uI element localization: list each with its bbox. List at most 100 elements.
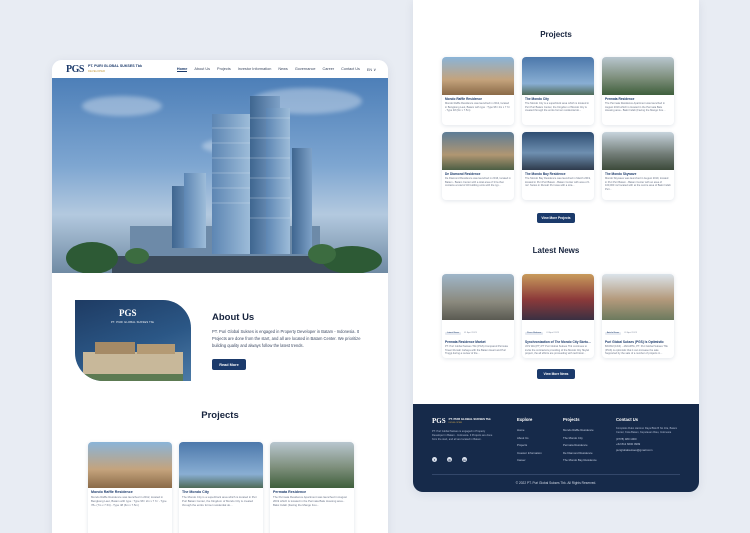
news-date: 01 April 2023 [546, 332, 560, 334]
news-date: 01 April 2023 [464, 332, 477, 334]
about-image: PGS PT. PURI GLOBAL SUKSES Tbk [75, 300, 191, 381]
footer-link-about[interactable]: About Us [517, 435, 542, 443]
instagram-icon[interactable]: ◎ [447, 457, 452, 462]
building-illustration [66, 96, 382, 273]
projects-news-preview: Projects Mondo Raffle Residence Mondo Ra… [413, 0, 699, 492]
news-desc: PT. Puri Global Sukses Tbk (PGS) Compare… [445, 345, 508, 356]
news-title: Puri Global Sukses (PGS) Is Optimistic [605, 340, 664, 344]
project-desc: Mondo Skywave was launched in August 201… [605, 177, 671, 191]
project-desc: Mondo Raffle Residence was launched in 2… [91, 495, 167, 507]
news-image [602, 274, 674, 320]
project-card[interactable]: Permata Residence The Permata Residence … [270, 442, 354, 533]
project-image [442, 132, 514, 170]
footer-explore-title: Explore [517, 417, 533, 422]
news-date: 01 April 2023 [624, 332, 637, 334]
footer-logo-sub: DEVELOPER [448, 421, 462, 424]
footer-contact: Contact Us Kompleks Ruko Hartono Raya Bl… [616, 417, 682, 453]
read-more-button[interactable]: Read More [212, 359, 246, 370]
news-image [522, 274, 594, 320]
latest-news-title: Latest News [532, 246, 580, 255]
language-selector[interactable]: EN ∨ [367, 67, 376, 72]
footer-brand: PGS PT. PURI GLOBAL SUKSES Tbk DEVELOPER… [432, 417, 496, 441]
project-card[interactable]: Permata Residence The Permata Residence … [602, 57, 674, 125]
footer-explore: Explore Home About Us Projects Investor … [517, 417, 542, 465]
footer-email[interactable]: puriglobalsukses@gmail.com [616, 448, 682, 454]
footer-logo-name: PT. PURI GLOBAL SUKSES Tbk [448, 417, 491, 421]
hero-image [52, 78, 388, 273]
footer-logo-mark: PGS [432, 417, 446, 425]
project-image [179, 442, 263, 488]
nav-news[interactable]: News [278, 67, 288, 71]
project-desc: De Diamond Residence was launched in 201… [445, 177, 511, 188]
footer-contact-title: Contact Us [616, 417, 639, 422]
project-image [270, 442, 354, 488]
view-more-news-button[interactable]: View More News [537, 369, 575, 379]
projects-list: Mondo Raffle Residence Mondo Raffle Resi… [88, 442, 354, 533]
footer-link-home[interactable]: Home [517, 427, 542, 435]
project-image [602, 57, 674, 95]
footer-description: PT. Puri Global Sukses is engaged in Pro… [432, 430, 493, 441]
project-desc: The Permata Residence Apartment was laun… [605, 102, 666, 113]
footer-link-investor[interactable]: Investor Information [517, 450, 542, 458]
project-image [602, 132, 674, 170]
footer-project-link[interactable]: De Diamond Residence [563, 450, 597, 458]
project-card[interactable]: Mondo Raffle Residence Mondo Raffle Resi… [442, 57, 514, 125]
social-links: f ◎ in [432, 457, 467, 462]
news-desc: JOS WA (PT) PT Puri Global Sukses Tbk co… [525, 345, 590, 356]
footer-address: Kompleks Ruko Hartono Raya Blok B No 10a… [616, 427, 678, 434]
projects-grid: Mondo Raffle Residence Mondo Raffle Resi… [442, 57, 674, 200]
news-card[interactable]: Latest News 01 April 2023 Permata Residen… [442, 274, 514, 358]
footer-divider [432, 474, 680, 475]
news-card[interactable]: Press Release 01 April 2023 Synchronizati… [522, 274, 594, 358]
project-desc: The Mondo City is a superblock area whic… [182, 495, 257, 507]
footer-project-link[interactable]: Permata Residence [563, 442, 597, 450]
linkedin-icon[interactable]: in [462, 457, 467, 462]
news-tag: Article News [605, 331, 622, 335]
project-desc: The Mondo City is a superblock area whic… [525, 102, 590, 113]
news-list: Latest News 01 April 2023 Permata Residen… [442, 274, 674, 358]
projects-title: Projects [540, 30, 572, 39]
copyright-text: © 2022 PT. Puri Global Sukses Tbk. All R… [515, 481, 597, 485]
logo-sub: DEVELOPER [87, 68, 106, 73]
project-card[interactable]: De Diamond Residence De Diamond Residenc… [442, 132, 514, 200]
nav-career[interactable]: Career [323, 67, 335, 71]
view-more-projects-button[interactable]: View More Projects [537, 213, 575, 223]
footer-logo[interactable]: PGS PT. PURI GLOBAL SUKSES Tbk DEVELOPER [432, 417, 496, 425]
about-section: PGS PT. PURI GLOBAL SUKSES Tbk About Us … [52, 273, 388, 423]
nav-contact-us[interactable]: Contact Us [341, 67, 360, 71]
facebook-icon[interactable]: f [432, 457, 437, 462]
news-tag: Latest News [445, 331, 462, 335]
project-card[interactable]: Mondo Raffle Residence Mondo Raffle Resi… [88, 442, 172, 533]
news-title: Synchronization of The Mondo City Sketu.… [525, 340, 591, 344]
footer-project-link[interactable]: The Mondo Bay Residence [563, 457, 597, 465]
company-logo[interactable]: PGS PT. PURI GLOBAL SUKSES Tbk DEVELOPER [66, 64, 142, 75]
project-card[interactable]: The Mondo City The Mondo City is a super… [179, 442, 263, 533]
footer-link-career[interactable]: Career [517, 457, 542, 465]
project-card[interactable]: The Mondo City The Mondo City is a super… [522, 57, 594, 125]
project-desc: The Mondo Bay Residence was launched in … [525, 177, 591, 188]
main-menu: Home About Us Projects Investor Informat… [176, 67, 376, 72]
about-text: PT. Puri Global Sukses is engaged in Pro… [212, 329, 361, 349]
footer-link-projects[interactable]: Projects [517, 442, 542, 450]
footer-project-link[interactable]: Mondo Raffle Residence [563, 427, 597, 435]
project-image [442, 57, 514, 95]
nav-home[interactable]: Home [176, 67, 188, 72]
project-image [522, 132, 594, 170]
project-desc: The Permata Residence Apartment was laun… [273, 495, 347, 507]
site-footer: PGS PT. PURI GLOBAL SUKSES Tbk DEVELOPER… [413, 404, 699, 492]
footer-project-link[interactable]: The Mondo City [563, 435, 597, 443]
project-card[interactable]: The Mondo Bay Residence The Mondo Bay Re… [522, 132, 594, 200]
news-desc: BATAM (16/4) - JAKARTA, PT. Puri Global … [605, 345, 668, 356]
footer-projects: Projects Mondo Raffle Residence The Mond… [563, 417, 597, 465]
news-card[interactable]: Article News 01 April 2023 Puri Global Su… [602, 274, 674, 358]
news-tag: Press Release [525, 331, 544, 335]
project-image [88, 442, 172, 488]
nav-projects[interactable]: Projects [217, 67, 231, 71]
nav-investor-information[interactable]: Investor Information [238, 67, 272, 71]
logo-mark: PGS [66, 63, 84, 75]
top-navbar: PGS PT. PURI GLOBAL SUKSES Tbk DEVELOPER… [52, 60, 388, 78]
nav-governance[interactable]: Governance [295, 67, 316, 71]
nav-about-us[interactable]: About Us [194, 67, 210, 71]
projects-title: Projects [201, 410, 239, 421]
project-card[interactable]: The Mondo Skywave Mondo Skywave was laun… [602, 132, 674, 200]
